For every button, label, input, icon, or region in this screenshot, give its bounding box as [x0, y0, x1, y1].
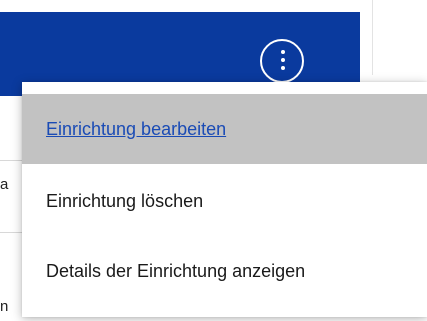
menu-item-label[interactable]: Einrichtung bearbeiten — [46, 119, 226, 140]
column-divider — [372, 0, 373, 75]
ellipsis-dot — [281, 58, 285, 62]
background-text-fragment: a — [0, 176, 9, 193]
menu-item-show-facility-details[interactable]: Details der Einrichtung anzeigen — [22, 236, 427, 306]
background-text-fragment: n — [0, 298, 9, 315]
ellipsis-dot — [281, 66, 285, 70]
more-options-button[interactable] — [260, 39, 304, 83]
screen: a n Einrichtung bearbeiten Einrichtung l… — [0, 0, 427, 321]
menu-item-label: Einrichtung löschen — [46, 190, 204, 211]
menu-item-delete-facility[interactable]: Einrichtung löschen — [22, 166, 427, 236]
vertical-ellipsis-icon — [281, 50, 285, 54]
context-menu: Einrichtung bearbeiten Einrichtung lösch… — [22, 82, 427, 317]
row-divider — [0, 160, 22, 161]
row-divider — [0, 232, 22, 233]
menu-item-label: Details der Einrichtung anzeigen — [46, 260, 306, 281]
menu-item-edit-facility[interactable]: Einrichtung bearbeiten — [22, 94, 427, 164]
